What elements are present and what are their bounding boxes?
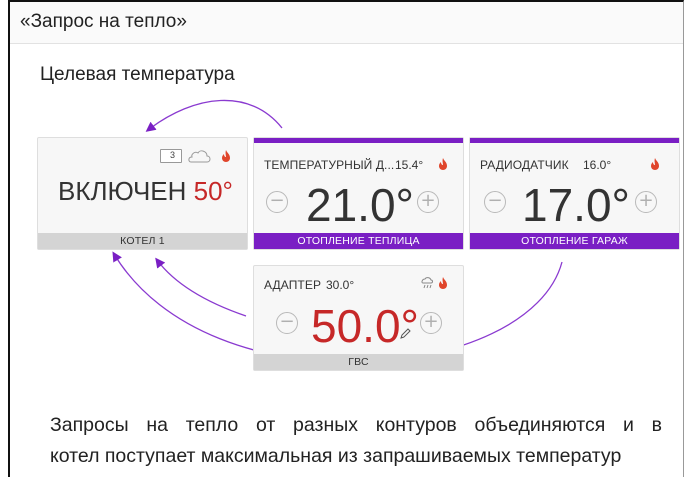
sensor-value: 15.4°: [395, 158, 424, 172]
boiler-status: ВКЛЮЧЕН 50°: [58, 176, 233, 207]
sensor-name: РАДИОДАТЧИК: [480, 158, 569, 172]
weather-icon: [421, 277, 433, 289]
decrease-button[interactable]: −: [276, 312, 298, 334]
sensor-value: 30.0°: [326, 278, 355, 292]
boiler-footer: КОТЕЛ 1: [38, 233, 247, 249]
card-footer: ОТОПЛЕНИЕ ТЕПЛИЦА: [254, 233, 463, 249]
boiler-card[interactable]: 3 ВКЛЮЧЕН 50° КОТЕЛ 1: [37, 137, 248, 250]
boiler-temperature: 50°: [193, 176, 233, 206]
queue-icon: 3: [160, 149, 182, 163]
header-bar: «Запрос на тепло»: [10, 2, 683, 44]
target-temperature: 21.0°: [306, 179, 414, 231]
garage-heating-card[interactable]: РАДИОДАТЧИК 16.0° − 17.0° + ОТОПЛЕНИЕ ГА…: [469, 137, 680, 250]
flame-icon: [651, 158, 659, 170]
card-accent-bar: [470, 138, 679, 143]
sensor-value: 16.0°: [583, 158, 612, 172]
page-title: «Запрос на тепло»: [20, 11, 187, 32]
arrow-heating-to-boiler: [145, 99, 283, 132]
screen-frame: «Запрос на тепло» Целевая температура 3 …: [8, 0, 684, 477]
card-footer: ГВС: [254, 354, 463, 370]
increase-button[interactable]: +: [417, 191, 439, 213]
target-temperature: 17.0°: [522, 179, 630, 231]
flame-icon: [222, 150, 230, 162]
decrease-button[interactable]: −: [266, 191, 288, 213]
card-accent-bar: [254, 138, 463, 143]
description-line-2: котел поступает максимальная из запрашив…: [50, 445, 622, 467]
flame-icon: [439, 277, 447, 289]
boiler-state-label: ВКЛЮЧЕН: [58, 176, 187, 206]
card-footer: ОТОПЛЕНИЕ ГАРАЖ: [470, 233, 679, 249]
pencil-icon[interactable]: [399, 328, 411, 340]
flame-icon: [439, 158, 447, 170]
cloud-icon: [188, 150, 211, 163]
queue-badge: 3: [170, 150, 176, 160]
section-title: Целевая температура: [40, 64, 235, 85]
greenhouse-heating-card[interactable]: ТЕМПЕРАТУРНЫЙ Д... 15.4° − 21.0° + ОТОПЛ…: [253, 137, 464, 250]
increase-button[interactable]: +: [420, 312, 442, 334]
arrow-dhw-to-boiler: [155, 257, 247, 317]
decrease-button[interactable]: −: [484, 191, 506, 213]
dhw-card[interactable]: АДАПТЕР 30.0° − 50.0° + ГВС: [253, 265, 464, 371]
increase-button[interactable]: +: [635, 191, 657, 213]
description-text: Запросы на тепло от разных контуров объе…: [50, 410, 662, 472]
description-line-1: Запросы на тепло от разных контуров объе…: [50, 414, 662, 436]
sensor-name: ТЕМПЕРАТУРНЫЙ Д...: [264, 158, 395, 172]
sensor-name: АДАПТЕР: [264, 278, 322, 292]
target-temperature: 50.0°: [311, 300, 419, 352]
